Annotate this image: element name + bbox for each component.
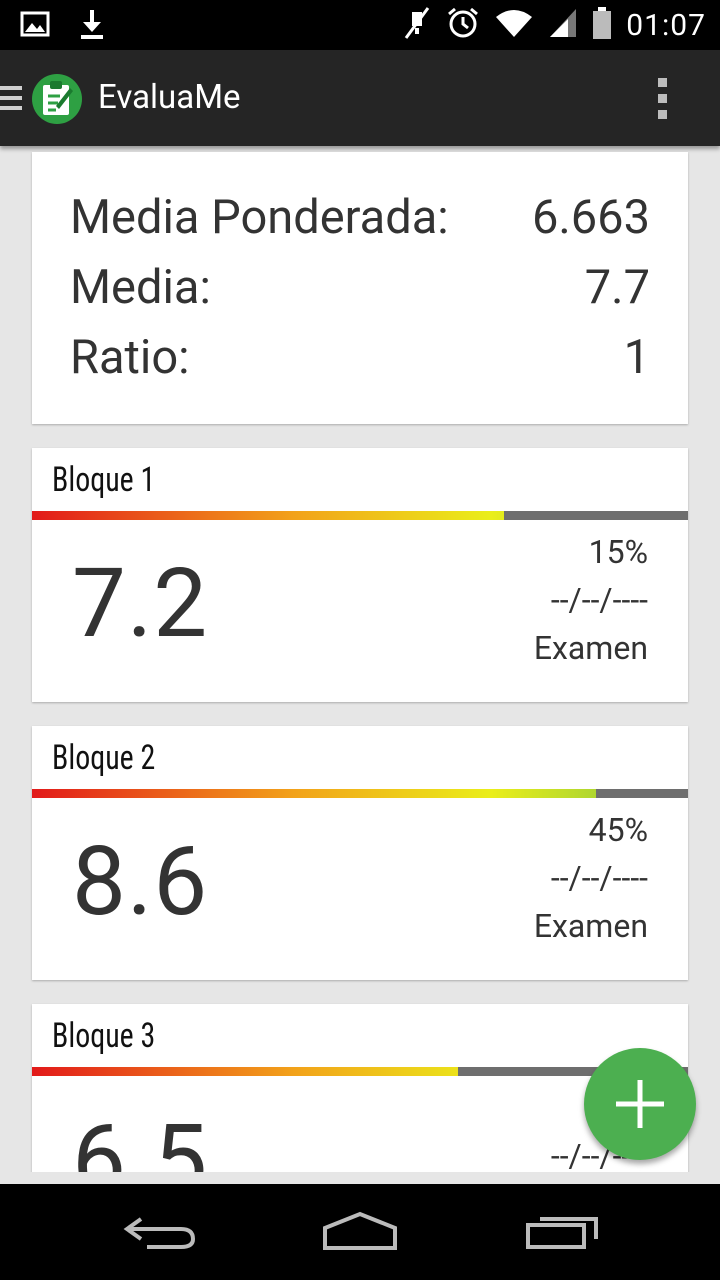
block-title: Bloque 1 bbox=[52, 460, 156, 500]
content-scroll[interactable]: Media Ponderada: 6.663 Media: 7.7 Ratio:… bbox=[0, 146, 720, 1172]
ratio-label: Ratio: bbox=[70, 330, 190, 385]
ratio-value: 1 bbox=[623, 330, 650, 385]
mean-label: Media: bbox=[70, 260, 211, 315]
drawer-toggle-icon[interactable] bbox=[0, 86, 22, 116]
status-bar: 01:07 bbox=[0, 0, 720, 50]
block-weight: 45% bbox=[588, 811, 648, 849]
block-card[interactable]: Bloque 2 8.6 45% --/--/---- Examen bbox=[32, 726, 688, 980]
recents-icon bbox=[526, 1217, 598, 1249]
grade-progress-fill bbox=[32, 789, 597, 798]
battery-icon bbox=[592, 6, 612, 44]
ratio-row: Ratio: 1 bbox=[70, 330, 650, 385]
home-button[interactable] bbox=[320, 1206, 400, 1256]
mean-value: 7.7 bbox=[584, 260, 650, 315]
home-icon bbox=[323, 1211, 397, 1250]
block-title: Bloque 3 bbox=[52, 1016, 156, 1056]
block-grade: 6.5 bbox=[72, 1104, 209, 1172]
navigation-bar bbox=[0, 1184, 720, 1280]
action-bar: EvaluaMe bbox=[0, 50, 720, 146]
back-icon bbox=[123, 1217, 196, 1249]
block-grade: 8.6 bbox=[72, 826, 209, 938]
alarm-icon bbox=[446, 6, 480, 44]
app-title: EvaluaMe bbox=[98, 78, 241, 117]
block-meta: 15% --/--/---- Examen bbox=[534, 528, 648, 672]
back-button[interactable] bbox=[120, 1206, 200, 1256]
grade-progress-bar bbox=[32, 789, 688, 798]
summary-card: Media Ponderada: 6.663 Media: 7.7 Ratio:… bbox=[32, 152, 688, 424]
signal-icon bbox=[548, 7, 578, 43]
grade-progress-fill bbox=[32, 1067, 459, 1076]
block-card[interactable]: Bloque 1 7.2 15% --/--/---- Examen bbox=[32, 448, 688, 702]
mute-icon bbox=[402, 6, 432, 44]
overflow-menu-icon[interactable] bbox=[658, 78, 668, 126]
block-title: Bloque 2 bbox=[52, 738, 156, 778]
grade-progress-bar bbox=[32, 511, 688, 520]
grade-progress-bar bbox=[32, 1067, 688, 1076]
block-grade: 7.2 bbox=[72, 548, 209, 660]
grade-progress-fill bbox=[32, 511, 505, 520]
add-button[interactable] bbox=[584, 1048, 696, 1160]
block-type: Examen bbox=[533, 907, 648, 945]
download-icon bbox=[78, 8, 106, 44]
block-date: --/--/---- bbox=[550, 581, 648, 619]
weighted-mean-value: 6.663 bbox=[531, 190, 650, 245]
plus-icon bbox=[616, 1080, 664, 1128]
wifi-icon bbox=[494, 7, 534, 43]
image-icon bbox=[20, 11, 50, 41]
block-meta: 45% --/--/---- Examen bbox=[534, 806, 648, 950]
mean-row: Media: 7.7 bbox=[70, 260, 650, 315]
block-weight: 15% bbox=[588, 533, 648, 571]
app-logo-icon[interactable] bbox=[32, 74, 82, 124]
weighted-mean-label: Media Ponderada: bbox=[70, 190, 449, 245]
block-type: Examen bbox=[533, 629, 648, 667]
block-date: --/--/---- bbox=[550, 859, 648, 897]
weighted-mean-row: Media Ponderada: 6.663 bbox=[70, 190, 650, 245]
recents-button[interactable] bbox=[522, 1206, 602, 1256]
clock-time: 01:07 bbox=[626, 7, 706, 43]
